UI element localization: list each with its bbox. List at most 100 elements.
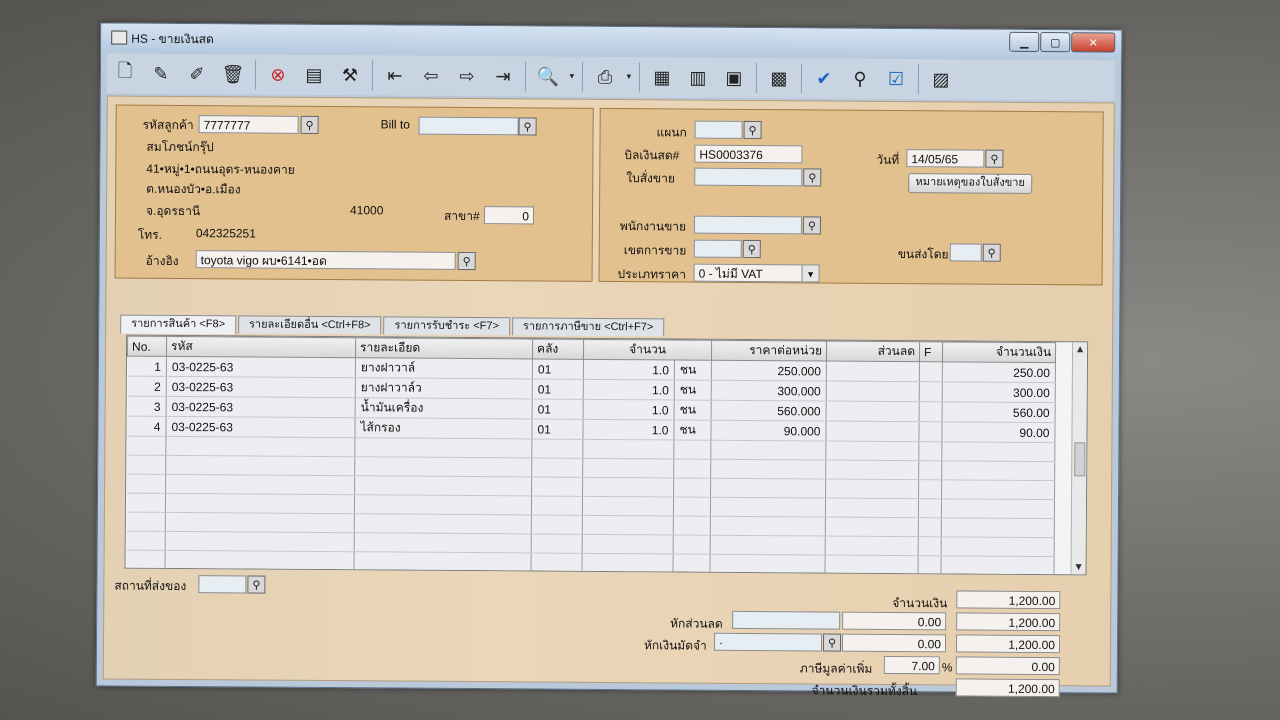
col-unit-price[interactable]: ราคาต่อหน่วย <box>711 340 827 362</box>
col-quantity[interactable]: จำนวน <box>583 339 712 361</box>
printer-icon[interactable]: ⎙ <box>591 63 619 91</box>
ok-icon[interactable]: ✔ <box>810 64 838 92</box>
col-code[interactable]: รหัส <box>166 336 356 358</box>
bill-to-field[interactable] <box>418 116 519 136</box>
row-discount <box>826 381 920 402</box>
last-icon[interactable]: ⇥ <box>489 62 517 90</box>
ship-by-field[interactable] <box>949 243 982 262</box>
report-a-icon[interactable]: ▦ <box>648 63 676 91</box>
tab-other-details[interactable]: รายละเอียดอื่น <Ctrl+F8> <box>237 315 382 335</box>
row-quantity: 1.0 <box>582 419 675 440</box>
delete-icon[interactable]: 🗑 <box>219 60 247 88</box>
row-amount: 90.00 <box>941 421 1056 443</box>
col-flag[interactable]: F <box>919 341 943 362</box>
customer-code-field[interactable]: 7777777 <box>198 115 299 134</box>
tools-icon[interactable]: ⚒ <box>336 61 364 89</box>
maximize-button[interactable]: ▢ <box>1040 32 1071 53</box>
tab-payments[interactable]: รายการรับชำระ <F7> <box>383 316 511 336</box>
new-doc-icon[interactable]: 🗋 <box>111 60 139 88</box>
chevron-down-icon[interactable]: ▼ <box>801 265 819 283</box>
scroll-down-icon[interactable]: ▼ <box>1072 560 1086 574</box>
ship-place-search-icon[interactable]: ⚲ <box>247 575 266 594</box>
row-no: 1 <box>127 356 167 377</box>
sales-zone-search-icon[interactable]: ⚲ <box>742 239 761 259</box>
col-no[interactable]: No. <box>127 336 167 357</box>
discount-code-field[interactable] <box>732 610 841 630</box>
discount-field[interactable]: 0.00 <box>842 611 947 631</box>
deposit-code-field[interactable]: · <box>713 632 823 652</box>
total-label: จำนวนเงินรวมทั้งสิ้น <box>811 683 918 699</box>
scroll-thumb[interactable] <box>1074 442 1086 477</box>
branch-field[interactable]: 0 <box>483 206 535 225</box>
reference-field[interactable]: toyota vigo ผบ•6141•อด <box>195 250 456 270</box>
row-unit-price: 90.000 <box>710 420 827 442</box>
row-no: 3 <box>127 396 167 417</box>
report-d-icon[interactable]: ▩ <box>765 64 793 92</box>
document-panel: แผนก ⚲ บิลเงินสด# HS0003376 ใบสั่งขาย ⚲ … <box>598 107 1104 286</box>
scroll-up-icon[interactable]: ▲ <box>1073 342 1087 356</box>
report-c-icon[interactable]: ▣ <box>720 64 748 92</box>
deposit-search-icon[interactable]: ⚲ <box>822 633 842 652</box>
tab-sales-tax[interactable]: รายการภาษีขาย <Ctrl+F7> <box>511 317 665 337</box>
after-deposit-field: 1,200.00 <box>955 634 1061 654</box>
sales-zone-label: เขตการขาย <box>623 243 687 258</box>
row-flag <box>918 421 943 442</box>
ship-place-field[interactable] <box>198 575 247 594</box>
sales-order-field[interactable] <box>694 167 803 187</box>
dropdown-arrow-icon[interactable]: ▾ <box>567 63 577 91</box>
prev-icon[interactable]: ⇦ <box>417 62 445 90</box>
row-quantity: 1.0 <box>583 359 675 380</box>
discount-label: หักส่วนลด <box>670 616 723 631</box>
items-grid: No. รหัส รายละเอียด คลัง จำนวน ราคาต่อหน… <box>124 334 1089 576</box>
customer-search-icon[interactable]: ⚲ <box>300 115 319 134</box>
print-preview-icon[interactable]: ▤ <box>300 61 328 89</box>
sales-order-search-icon[interactable]: ⚲ <box>803 168 822 187</box>
order-note-button[interactable]: หมายเหตุของใบสั่งขาย <box>908 173 1033 194</box>
row-warehouse: 01 <box>532 398 584 420</box>
form-body: รหัสลูกค้า 7777777 ⚲ Bill to ⚲ สมโภชน์กร… <box>102 95 1115 698</box>
dropdown-arrow-icon[interactable]: ▾ <box>624 63 634 91</box>
department-field[interactable] <box>694 120 743 139</box>
cash-bill-field[interactable]: HS0003376 <box>694 144 803 164</box>
row-flag <box>919 381 943 402</box>
minimize-button[interactable]: ▁ <box>1009 31 1040 52</box>
price-type-select[interactable]: 0 - ไม่มี VAT ▼ <box>693 263 820 283</box>
amount-field: 1,200.00 <box>956 590 1061 610</box>
col-discount[interactable]: ส่วนลด <box>826 341 920 362</box>
row-warehouse: 01 <box>532 378 584 400</box>
amount-label: จำนวนเงิน <box>892 595 948 611</box>
report-b-icon[interactable]: ▥ <box>684 64 712 92</box>
vat-rate-field[interactable]: 7.00 <box>883 655 940 675</box>
date-field[interactable]: 14/05/65 <box>906 149 985 168</box>
first-icon[interactable]: ⇤ <box>381 61 409 89</box>
deposit-field[interactable]: 0.00 <box>841 633 947 653</box>
search-doc-icon[interactable]: 🔍 <box>534 62 562 90</box>
link-icon[interactable]: ⚲ <box>846 65 874 93</box>
ok-alt-icon[interactable]: ☑ <box>882 65 910 93</box>
bill-to-search-icon[interactable]: ⚲ <box>518 117 537 136</box>
cancel-icon[interactable]: ⊗ <box>264 61 292 89</box>
row-flag <box>919 361 943 382</box>
phone-value: 042325251 <box>195 226 256 241</box>
salesperson-field[interactable] <box>693 215 802 235</box>
row-unit: ชน <box>674 399 712 421</box>
col-description[interactable]: รายละเอียด <box>355 337 533 359</box>
next-icon[interactable]: ⇨ <box>453 62 481 90</box>
department-search-icon[interactable]: ⚲ <box>743 120 762 140</box>
salesperson-search-icon[interactable]: ⚲ <box>802 216 821 235</box>
row-warehouse: 01 <box>531 418 584 440</box>
grid-scrollbar[interactable]: ▲ ▼ <box>1070 342 1088 575</box>
row-amount: 300.00 <box>942 381 1056 403</box>
col-amount[interactable]: จำนวนเงิน <box>942 341 1056 363</box>
title-bar: HS - ขายเงินสด ▁ ▢ ✕ <box>101 23 1122 59</box>
ship-by-search-icon[interactable]: ⚲ <box>982 243 1001 262</box>
close-button[interactable]: ✕ <box>1071 32 1116 53</box>
tab-items[interactable]: รายการสินค้า <F8> <box>120 314 237 335</box>
calculator-icon[interactable]: ▨ <box>927 65 955 93</box>
edit-alt-icon[interactable]: ✐ <box>183 60 211 88</box>
edit-icon[interactable]: ✎ <box>147 60 175 88</box>
date-picker-icon[interactable]: ⚲ <box>985 149 1004 168</box>
col-warehouse[interactable]: คลัง <box>532 338 584 360</box>
sales-zone-field[interactable] <box>693 239 742 258</box>
reference-search-icon[interactable]: ⚲ <box>457 251 476 271</box>
